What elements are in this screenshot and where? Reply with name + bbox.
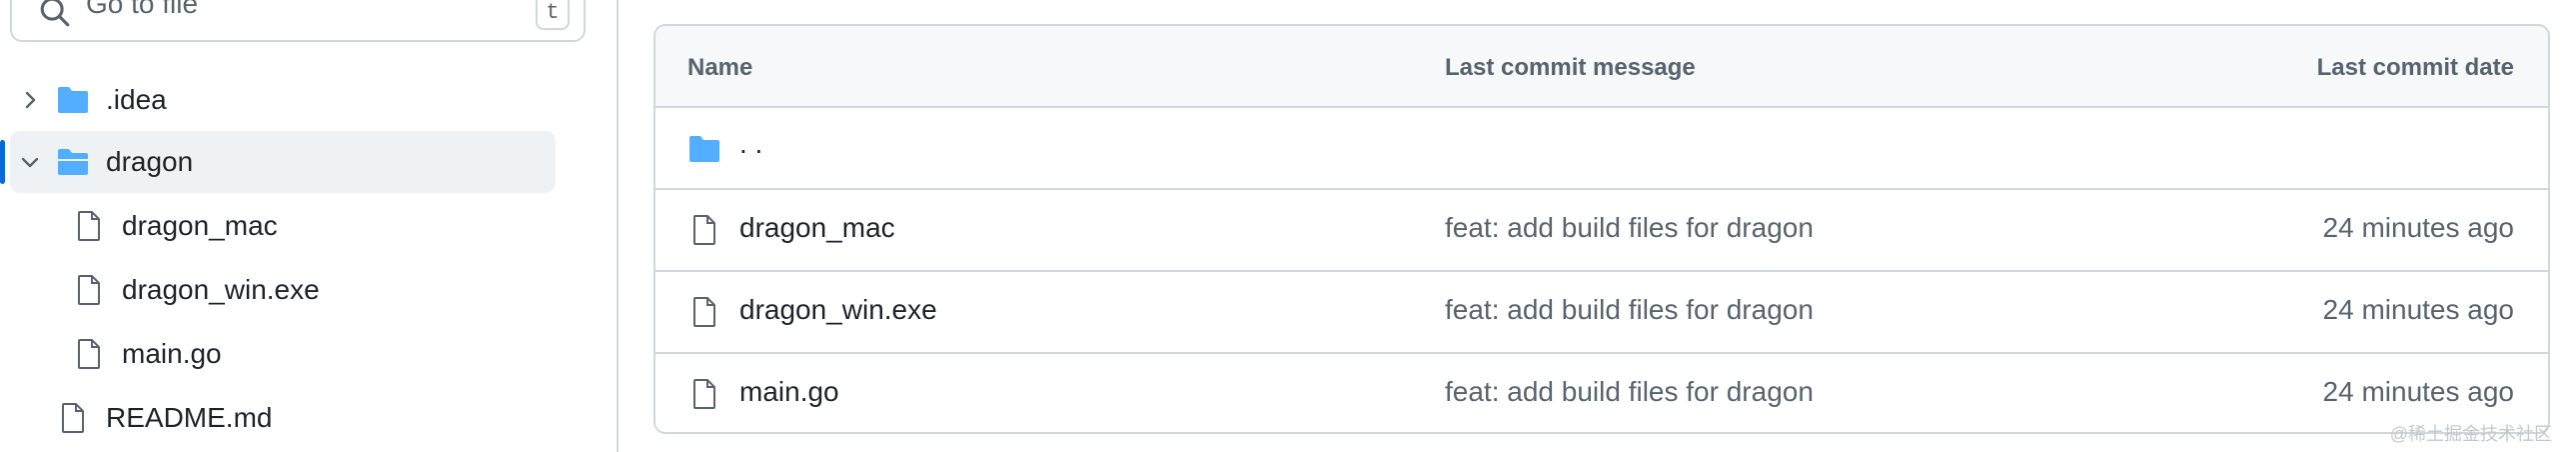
selection-indicator [0, 140, 5, 184]
tree-item-dragon-mac[interactable]: dragon_mac [10, 195, 556, 257]
file-icon [693, 379, 715, 409]
tree-item-label: main.go [122, 338, 222, 369]
tree-item-idea[interactable]: .idea [10, 69, 556, 131]
file-name-link[interactable]: dragon_win.exe [739, 294, 937, 326]
parent-directory-link[interactable]: . . [739, 128, 762, 160]
file-icon [62, 403, 84, 433]
tree-item-label: dragon_win.exe [122, 274, 320, 305]
commit-message-link[interactable]: feat: add build files for dragon [1445, 376, 1814, 408]
watermark: @稀土掘金技术社区 [2389, 424, 2552, 444]
column-header-message: Last commit message [1445, 54, 1696, 81]
commit-message-link[interactable]: feat: add build files for dragon [1445, 294, 1814, 326]
folder-icon [58, 87, 88, 113]
table-row[interactable]: dragon_win.exe feat: add build files for… [655, 272, 2548, 354]
keyboard-shortcut-hint: t [536, 0, 570, 30]
chevron-right-icon[interactable] [18, 88, 42, 112]
file-name-link[interactable]: dragon_mac [739, 212, 895, 244]
tree-item-main-go[interactable]: main.go [10, 323, 556, 385]
go-to-file-search[interactable]: Go to file t [10, 0, 586, 42]
tree-item-label: dragon [106, 146, 194, 177]
tree-item-readme[interactable]: README.md [10, 387, 556, 449]
tree-item-label: dragon_mac [122, 210, 278, 241]
file-icon [693, 297, 715, 327]
file-icon [693, 215, 715, 245]
commit-message-link[interactable]: feat: add build files for dragon [1445, 212, 1814, 244]
search-placeholder: Go to file [86, 0, 199, 19]
tree-item-label: .idea [106, 84, 167, 115]
tree-item-dragon[interactable]: dragon [10, 131, 556, 193]
commit-date: 24 minutes ago [2322, 376, 2514, 407]
chevron-down-icon[interactable] [18, 150, 42, 174]
table-row[interactable]: dragon_mac feat: add build files for dra… [655, 190, 2548, 272]
folder-icon [689, 136, 719, 162]
file-icon [78, 275, 100, 305]
column-header-date: Last commit date [2316, 54, 2514, 81]
file-tree-sidebar: Go to file t .idea dragon dragon_mac dra… [0, 0, 619, 452]
commit-date: 24 minutes ago [2322, 212, 2514, 243]
table-row[interactable]: main.go feat: add build files for dragon… [655, 354, 2548, 432]
parent-directory-row[interactable]: . . [655, 108, 2548, 190]
file-name-link[interactable]: main.go [739, 376, 839, 408]
file-icon [78, 339, 100, 369]
tree-item-label: README.md [106, 402, 273, 433]
file-icon [78, 211, 100, 241]
column-header-name: Name [687, 54, 753, 81]
table-header: Name Last commit message Last commit dat… [655, 26, 2548, 108]
tree-item-dragon-win-exe[interactable]: dragon_win.exe [10, 259, 556, 321]
directory-listing-table: Name Last commit message Last commit dat… [653, 24, 2550, 434]
folder-open-icon [58, 149, 88, 175]
search-icon [40, 0, 70, 27]
app-window: Go to file t .idea dragon dragon_mac dra… [0, 0, 2576, 452]
commit-date: 24 minutes ago [2322, 294, 2514, 325]
